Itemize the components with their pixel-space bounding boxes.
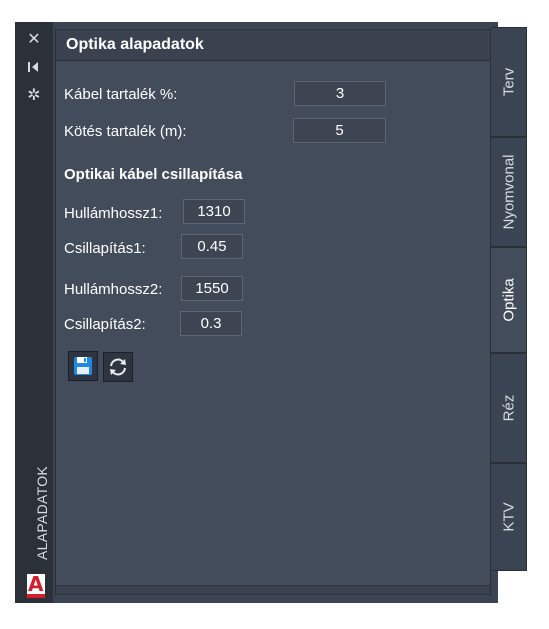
- hullamhossz2-label: Hullámhossz2:: [64, 281, 163, 298]
- hullamhossz1-input[interactable]: 1310: [183, 199, 245, 224]
- tab-rez[interactable]: Réz: [491, 353, 527, 463]
- kabel-tartalek-input[interactable]: 3: [294, 81, 386, 106]
- csillapitas1-input[interactable]: 0.45: [181, 234, 243, 259]
- section-title: Optikai kábel csillapítása: [64, 166, 243, 183]
- csillapitas2-label: Csillapítás2:: [64, 316, 146, 333]
- tab-terv-label: Terv: [500, 67, 517, 97]
- tab-ktv[interactable]: KTV: [491, 463, 527, 571]
- save-button[interactable]: [68, 351, 98, 381]
- tab-optika[interactable]: Optika: [491, 247, 527, 353]
- kotes-tartalek-input[interactable]: 5: [293, 118, 386, 143]
- tab-nyomvonal[interactable]: Nyomvonal: [491, 137, 527, 247]
- close-icon[interactable]: ✕: [25, 30, 43, 48]
- refresh-icon: [110, 358, 126, 376]
- panel-bottom-strip: [56, 585, 490, 594]
- csillapitas1-label: Csillapítás1:: [64, 240, 146, 257]
- palette-vertical-title: ALAPADATOK: [34, 465, 50, 560]
- tab-nyomvonal-label: Nyomvonal: [500, 154, 517, 230]
- tab-ktv-label: KTV: [500, 502, 517, 532]
- hullamhossz2-input[interactable]: 1550: [181, 276, 243, 301]
- auto-hide-icon[interactable]: [25, 58, 43, 76]
- floppy-disk-icon: [74, 357, 92, 375]
- csillapitas2-input[interactable]: 0.3: [180, 311, 242, 336]
- tab-optika-label: Optika: [500, 278, 517, 322]
- settings-icon[interactable]: ✲: [25, 86, 43, 104]
- panel-title: Optika alapadatok: [66, 36, 204, 53]
- autocad-logo-icon: A: [27, 572, 45, 598]
- tab-terv[interactable]: Terv: [491, 27, 527, 137]
- panel-content: Optika alapadatok Kábel tartalék %: 3 Kö…: [55, 29, 491, 595]
- refresh-button[interactable]: [103, 352, 133, 382]
- tab-rez-label: Réz: [500, 394, 517, 422]
- kotes-tartalek-label: Kötés tartalék (m):: [64, 123, 187, 140]
- panel-header: Optika alapadatok: [56, 30, 490, 61]
- hullamhossz1-label: Hullámhossz1:: [64, 205, 163, 222]
- kabel-tartalek-label: Kábel tartalék %:: [64, 86, 178, 103]
